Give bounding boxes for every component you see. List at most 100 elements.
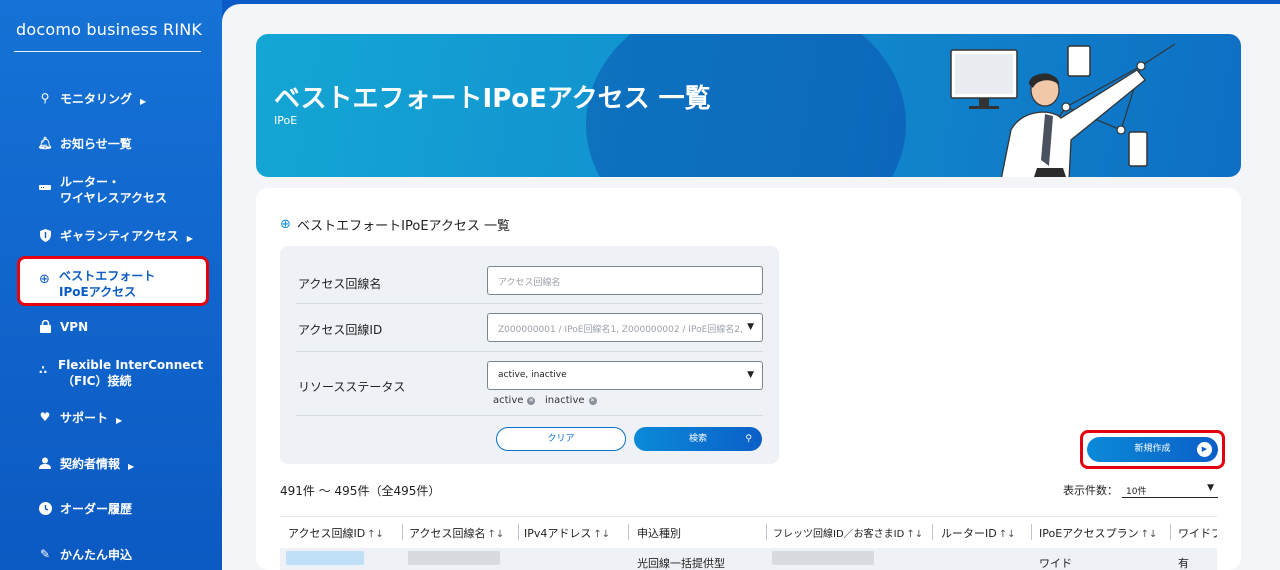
per-page-value: 10件 [1126,487,1147,497]
chevron-right-icon: ▶ [128,462,135,471]
sidebar-item-router[interactable]: ルーター・ ワイヤレスアクセス [38,174,167,206]
column-divider [1031,524,1032,540]
sidebar-item-contract[interactable]: 契約者情報 ▶ [38,456,134,475]
result-count: 491件 ～ 495件（全495件） [280,484,441,498]
globe-icon: ⊕ [280,217,291,232]
chevron-down-icon: ▼ [747,370,754,380]
sort-icon[interactable]: ↑↓ [1141,529,1158,540]
chip-label: active [493,395,524,406]
businessman-illustration [950,43,1176,177]
sort-icon[interactable]: ↑↓ [593,529,610,540]
column-label: IPoEアクセスプラン [1039,527,1139,540]
sidebar-item-label: オーダー履歴 [60,502,133,516]
sidebar-item-orders[interactable]: オーダー履歴 [38,501,132,517]
shield-icon [38,228,52,242]
create-new-button[interactable]: 新規作成 ▶ [1087,437,1218,462]
heart-icon: ♥ [39,410,51,424]
select-value: active, inactive [498,370,567,380]
sidebar-item-label: サポート [60,411,109,425]
column-divider [932,524,933,540]
table-header: アクセス回線ID ↑↓ アクセス回線名 ↑↓ IPv4アドレス ↑↓ 申込種別 フレッ… [280,516,1217,546]
status-chip-inactive[interactable]: inactive ✕ [545,395,597,406]
brand-logo: docomo business RINK [16,20,203,39]
column-header[interactable]: IPv4アドレス ↑↓ [524,525,610,541]
clear-button[interactable]: クリア [496,427,626,451]
sidebar-item-notices[interactable]: 🔔︎ お知らせ一覧 [37,136,132,152]
search-label: アクセス回線ID [298,323,383,337]
column-label: アクセス回線ID [288,527,366,540]
sidebar-item-label: 契約者情報 [60,457,121,471]
sidebar: docomo business RINK ⚲ モニタリング ▶ 🔔︎ お知らせ一… [0,0,222,570]
lock-icon [38,319,52,333]
column-header: ワイドプ [1178,525,1217,541]
sidebar-item-label-2: IPoEアクセス [59,285,137,299]
resource-status-select[interactable]: active, inactive ▼ [487,361,763,390]
sort-icon[interactable]: ↑↓ [999,529,1016,540]
search-button-label: 検索 [688,434,707,444]
column-divider [766,524,767,540]
sidebar-item-support[interactable]: ♥ サポート ▶ [38,410,123,429]
table-cell: 光回線一括提供型 [637,557,725,570]
column-header[interactable]: ルーターID ↑↓ [941,525,1015,541]
list-panel: ⊕ ベストエフォートIPoEアクセス 一覧 アクセス回線名 アクセス回線名 アク… [256,188,1241,570]
person-icon [38,456,52,470]
close-icon[interactable]: ✕ [588,396,597,405]
column-header[interactable]: アクセス回線名 ↑↓ [409,525,504,541]
sidebar-item-label: Flexible InterConnect [58,358,204,372]
search-icon: ⚲ [40,91,50,105]
column-header[interactable]: IPoEアクセスプラン ↑↓ [1039,525,1157,541]
sidebar-item-fic[interactable]: ∴ Flexible InterConnect （FIC）接続 [36,357,203,389]
column-label: 申込種別 [637,527,681,540]
close-icon[interactable]: ✕ [527,396,536,405]
edit-icon: ✎ [39,547,51,561]
brand-divider [14,51,201,52]
router-icon [38,180,52,194]
search-button[interactable]: 検索 ⚲ [634,427,762,451]
redacted-cell [286,551,364,565]
redacted-cell [408,551,500,565]
search-row-status: リソースステータス active, inactive ▼ active ✕ ina… [296,352,763,416]
input-placeholder: Z000000001 / IPoE回線名1, Z000000002 / IPoE… [498,325,743,335]
column-header[interactable]: フレッツ回線ID／お客さまID ↑↓ [773,525,923,540]
column-divider [1170,524,1171,540]
redacted-cell [772,551,874,565]
main-content: ベストエフォートIPoEアクセス 一覧 IPoE ⊕ ベストエフォートIPoEア… [222,4,1280,570]
search-label: リソースステータス [298,380,406,394]
chevron-down-icon: ▼ [1207,483,1214,493]
sidebar-item-vpn[interactable]: VPN [38,319,88,335]
sidebar-item-ipoe[interactable]: ⊕ ベストエフォート IPoEアクセス [17,256,209,306]
table-cell: 有 [1178,557,1189,570]
sidebar-item-monitoring[interactable]: ⚲ モニタリング ▶ [38,91,147,110]
access-line-id-select[interactable]: Z000000001 / IPoE回線名1, Z000000002 / IPoE… [487,313,763,342]
create-new-label: 新規作成 [1134,444,1171,454]
table-row[interactable]: 光回線一括提供型 ワイド 有 [280,548,1217,570]
input-placeholder: アクセス回線名 [498,278,561,288]
sort-icon[interactable]: ↑↓ [906,529,923,540]
sidebar-item-guarantee[interactable]: ギャランティアクセス ▶ [38,228,193,247]
new-button-highlight: 新規作成 ▶ [1080,430,1225,469]
per-page-select[interactable]: 10件 ▼ [1122,480,1218,498]
globe-icon: ⊕ [39,272,50,287]
results-table: アクセス回線ID ↑↓ アクセス回線名 ↑↓ IPv4アドレス ↑↓ 申込種別 フレッ… [280,516,1217,570]
column-label: ワイドプ [1178,527,1217,540]
column-header[interactable]: アクセス回線ID ↑↓ [288,525,384,541]
column-header: 申込種別 [637,525,681,541]
chevron-down-icon: ▼ [747,322,754,332]
table-cell: ワイド [1039,557,1072,570]
status-chip-active[interactable]: active ✕ [493,395,536,406]
sidebar-item-easy-apply[interactable]: ✎ かんたん申込 [38,547,132,563]
panel-title: ⊕ ベストエフォートIPoEアクセス 一覧 [280,215,510,234]
column-label: フレッツ回線ID／お客さまID [773,529,905,540]
sort-icon[interactable]: ↑↓ [487,529,504,540]
search-label: アクセス回線名 [298,277,382,291]
search-row-name: アクセス回線名 アクセス回線名 [296,246,763,304]
sidebar-item-label: お知らせ一覧 [60,137,132,151]
sidebar-item-label: かんたん申込 [60,548,133,562]
access-line-name-input[interactable]: アクセス回線名 [487,266,763,295]
panel-title-text: ベストエフォートIPoEアクセス 一覧 [296,219,511,234]
chevron-right-icon: ▶ [116,416,123,425]
column-divider [628,524,629,540]
sort-icon[interactable]: ↑↓ [367,529,384,540]
column-divider [402,524,403,540]
play-icon: ▶ [1197,442,1212,457]
